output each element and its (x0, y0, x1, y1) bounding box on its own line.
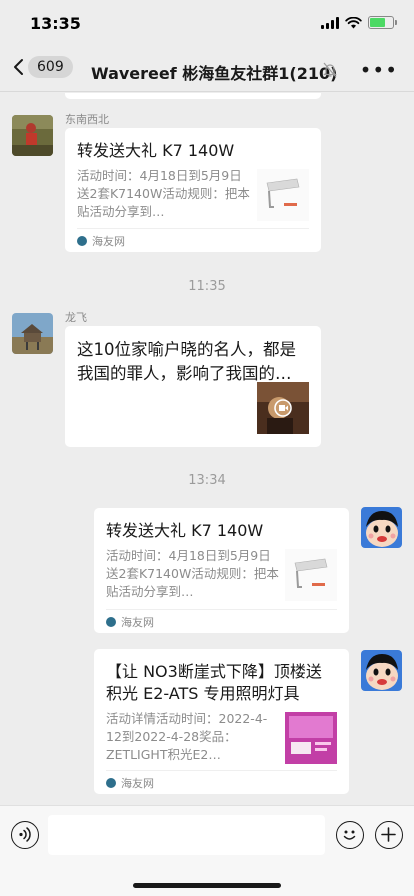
plus-icon[interactable] (375, 821, 403, 849)
card-description: 活动时间：4月18日到5月9日送2套K7140W活动规则：把本贴活动分享到… (77, 168, 250, 219)
previous-message-bubble[interactable] (65, 93, 321, 99)
home-indicator[interactable] (133, 883, 281, 888)
card-title: 转发送大礼 K7 140W (77, 141, 235, 160)
card-source-label: 海友网 (121, 776, 154, 790)
battery-icon (368, 16, 397, 29)
wifi-icon (345, 16, 362, 28)
video-thumbnail (257, 382, 309, 434)
card-thumbnail (285, 549, 337, 601)
link-card[interactable]: 转发送大礼 K7 140W 活动时间：4月18日到5月9日送2套K7140W活动… (94, 508, 349, 633)
chat-area[interactable]: 东南西北 转发送大礼 K7 140W 活动时间：4月18日到5月9日送2套K71… (0, 93, 414, 805)
link-card[interactable]: 【让 NO3断崖式下降】顶楼送积光 E2-ATS 专用照明灯具 活动详情活动时间… (94, 649, 349, 794)
avatar[interactable] (12, 115, 53, 156)
timestamp: 13:34 (188, 473, 226, 488)
video-link-card[interactable]: 这10位家喻户晓的名人，都是我国的罪人，影响了我国的… (65, 326, 321, 447)
sender-name: 龙飞 (65, 311, 87, 324)
status-icons (321, 16, 397, 29)
mute-icon (323, 62, 337, 78)
chat-title: Wavereef 彬海鱼友社群1(210) (91, 64, 338, 83)
back-chevron-icon (14, 59, 23, 75)
timestamp: 11:35 (188, 279, 226, 294)
message-input[interactable] (48, 815, 325, 855)
unread-count-badge: 609 (28, 56, 73, 78)
more-icon[interactable]: ••• (360, 60, 398, 80)
avatar[interactable] (361, 650, 402, 691)
source-logo-icon (106, 616, 116, 627)
card-title: 这10位家喻户晓的名人，都是我国的罪人，影响了我国的… (77, 340, 296, 383)
card-source: 海友网 (77, 228, 309, 252)
card-source-label: 海友网 (121, 615, 154, 629)
input-bar (0, 805, 414, 896)
signal-icon (321, 16, 339, 29)
card-thumbnail (285, 712, 337, 764)
avatar[interactable] (12, 313, 53, 354)
source-logo-icon (77, 235, 87, 246)
back-button[interactable]: 609 (12, 56, 73, 78)
status-time: 13:35 (30, 14, 81, 33)
emoji-icon[interactable] (336, 821, 364, 849)
card-title: 转发送大礼 K7 140W (106, 521, 264, 540)
avatar[interactable] (361, 507, 402, 548)
card-source-label: 海友网 (92, 234, 125, 248)
card-thumbnail (257, 169, 309, 221)
voice-icon[interactable] (11, 821, 39, 849)
card-source: 海友网 (106, 770, 337, 794)
card-description: 活动详情活动时间：2022-4-12到2022-4-28奖品：ZETLIGHT积… (106, 711, 268, 762)
card-title: 【让 NO3断崖式下降】顶楼送积光 E2-ATS 专用照明灯具 (106, 662, 322, 703)
nav-bar: 609 Wavereef 彬海鱼友社群1(210) ••• (0, 48, 414, 92)
link-card[interactable]: 转发送大礼 K7 140W 活动时间：4月18日到5月9日送2套K7140W活动… (65, 128, 321, 252)
card-description: 活动时间：4月18日到5月9日送2套K7140W活动规则：把本贴活动分享到… (106, 548, 279, 599)
source-logo-icon (106, 777, 116, 788)
sender-name: 东南西北 (65, 113, 109, 126)
card-source: 海友网 (106, 609, 337, 633)
status-bar: 13:35 (0, 0, 414, 48)
